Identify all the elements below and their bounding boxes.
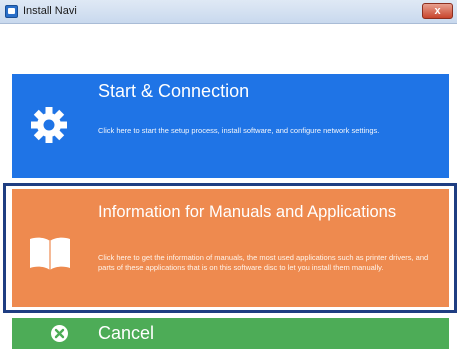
- start-connection-title: Start & Connection: [98, 81, 250, 101]
- app-icon: [5, 5, 18, 18]
- manuals-applications-description: Click here to get the information of man…: [98, 253, 429, 272]
- gear-icon: [31, 107, 67, 143]
- manuals-applications-button[interactable]: Information for Manuals and Applications…: [12, 189, 449, 307]
- cancel-icon: [51, 325, 68, 342]
- close-button[interactable]: x: [422, 3, 453, 19]
- window-titlebar: Install Navi x: [0, 0, 457, 24]
- start-connection-button[interactable]: Start & Connection Click here to start t…: [12, 74, 449, 178]
- cancel-button[interactable]: Cancel: [12, 318, 449, 349]
- start-connection-description: Click here to start the setup process, i…: [98, 126, 380, 135]
- book-icon: [30, 237, 70, 270]
- manuals-applications-title: Information for Manuals and Applications: [98, 203, 397, 221]
- cancel-label: Cancel: [98, 323, 155, 343]
- window-title: Install Navi: [23, 5, 77, 17]
